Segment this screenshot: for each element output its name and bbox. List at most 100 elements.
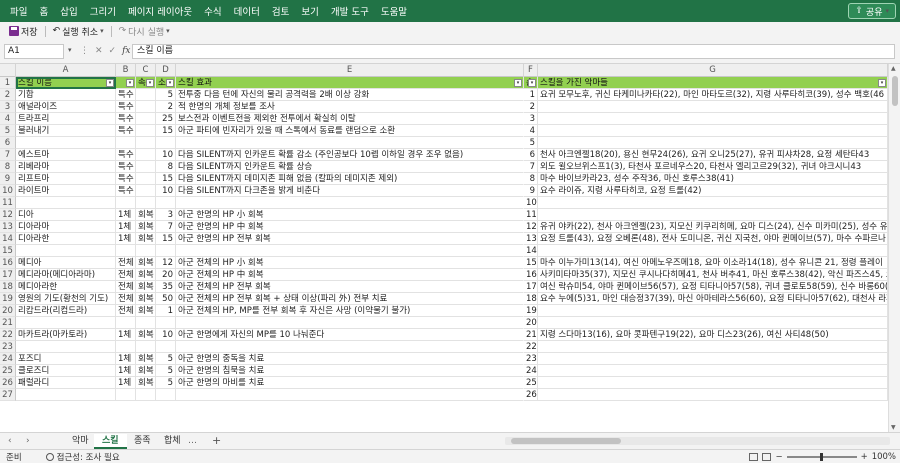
table-cell[interactable]: 전체 bbox=[116, 281, 136, 293]
table-cell[interactable] bbox=[156, 389, 176, 401]
filter-dropdown-icon[interactable]: ▾ bbox=[146, 79, 154, 87]
table-cell[interactable]: 17 bbox=[524, 281, 538, 293]
table-cell[interactable] bbox=[136, 341, 156, 353]
table-cell[interactable] bbox=[136, 389, 156, 401]
table-cell[interactable]: 회복 bbox=[136, 329, 156, 341]
column-header[interactable]: C bbox=[136, 64, 156, 77]
filter-dropdown-icon[interactable]: ▾ bbox=[166, 79, 174, 87]
table-cell[interactable]: 13 bbox=[524, 233, 538, 245]
add-sheet-icon[interactable]: + bbox=[212, 434, 221, 447]
table-cell[interactable]: 디아라마 bbox=[16, 221, 116, 233]
table-cell[interactable]: 특수 bbox=[116, 161, 136, 173]
table-cell[interactable]: 15 bbox=[156, 233, 176, 245]
table-cell[interactable] bbox=[156, 317, 176, 329]
table-cell[interactable]: 라이트마 bbox=[16, 185, 116, 197]
table-cell[interactable]: 2 bbox=[524, 101, 538, 113]
table-cell[interactable]: 8 bbox=[156, 161, 176, 173]
row-header[interactable]: 3 bbox=[0, 101, 16, 113]
table-cell[interactable]: 전체 bbox=[116, 305, 136, 317]
zoom-control[interactable]: − + 100% bbox=[749, 452, 896, 462]
table-cell[interactable]: 특수 bbox=[116, 125, 136, 137]
table-cell[interactable] bbox=[136, 317, 156, 329]
table-cell[interactable]: 회복 bbox=[136, 281, 156, 293]
table-cell[interactable]: 디아 bbox=[16, 209, 116, 221]
table-cell[interactable] bbox=[156, 245, 176, 257]
filter-dropdown-icon[interactable]: ▾ bbox=[528, 79, 536, 87]
row-header[interactable]: 12 bbox=[0, 209, 16, 221]
row-header[interactable]: 15 bbox=[0, 245, 16, 257]
table-cell[interactable]: 2 bbox=[156, 101, 176, 113]
sheet-tab[interactable]: 합체 bbox=[156, 434, 189, 449]
table-cell[interactable] bbox=[538, 125, 888, 137]
row-header[interactable]: 25 bbox=[0, 365, 16, 377]
table-cell[interactable] bbox=[16, 341, 116, 353]
table-cell[interactable] bbox=[136, 89, 156, 101]
menu-item[interactable]: 데이터 bbox=[228, 4, 266, 18]
menu-item[interactable]: 보기 bbox=[295, 4, 324, 18]
table-cell[interactable]: 요귀 모무노후, 귀신 타케미나카타(22), 마인 마타도르(32), 지령 … bbox=[538, 89, 888, 101]
table-cell[interactable]: 11 bbox=[524, 209, 538, 221]
table-cell[interactable] bbox=[136, 161, 156, 173]
table-cell[interactable] bbox=[136, 185, 156, 197]
filter-dropdown-icon[interactable]: ▾ bbox=[878, 79, 886, 87]
table-cell[interactable]: 7 bbox=[156, 221, 176, 233]
menu-item[interactable]: 개발 도구 bbox=[325, 4, 375, 18]
table-cell[interactable]: 아군 전체의 HP 전부 회복 bbox=[176, 281, 524, 293]
table-cell[interactable]: 1체 bbox=[116, 233, 136, 245]
table-cell[interactable]: 10 bbox=[156, 149, 176, 161]
scrollbar-thumb[interactable] bbox=[511, 438, 621, 444]
page-layout-view-icon[interactable] bbox=[762, 453, 772, 461]
table-cell[interactable]: 1 bbox=[156, 305, 176, 317]
table-cell[interactable]: 7 bbox=[524, 161, 538, 173]
table-cell[interactable]: 회복 bbox=[136, 221, 156, 233]
table-cell[interactable] bbox=[136, 101, 156, 113]
table-cell[interactable] bbox=[538, 197, 888, 209]
table-cell[interactable]: 회복 bbox=[136, 257, 156, 269]
table-cell[interactable]: 에스트마 bbox=[16, 149, 116, 161]
table-cell[interactable]: 5 bbox=[156, 377, 176, 389]
row-header[interactable]: 26 bbox=[0, 377, 16, 389]
table-cell[interactable]: 15 bbox=[156, 125, 176, 137]
table-cell[interactable] bbox=[136, 173, 156, 185]
table-cell[interactable]: 14 bbox=[524, 245, 538, 257]
table-cell[interactable]: 5 bbox=[156, 353, 176, 365]
scroll-up-icon[interactable]: ▲ bbox=[891, 65, 896, 72]
table-cell[interactable]: 아군 전체의 HP 小 회복 bbox=[176, 257, 524, 269]
table-cell[interactable]: 1체 bbox=[116, 365, 136, 377]
table-cell[interactable]: 리베라마 bbox=[16, 161, 116, 173]
table-cell[interactable]: 전투중 다음 턴에 자신의 물리 공격력을 2배 이상 강화 bbox=[176, 89, 524, 101]
table-cell[interactable]: 트라프리 bbox=[16, 113, 116, 125]
filter-dropdown-icon[interactable]: ▾ bbox=[106, 79, 114, 87]
table-cell[interactable]: 20 bbox=[156, 269, 176, 281]
header-cell[interactable]: 스킬 이름 ▾ bbox=[16, 77, 116, 89]
table-cell[interactable]: 12 bbox=[156, 257, 176, 269]
table-cell[interactable]: 특수 bbox=[116, 185, 136, 197]
table-cell[interactable] bbox=[156, 341, 176, 353]
table-cell[interactable]: 클로즈디 bbox=[16, 365, 116, 377]
table-cell[interactable]: 아군 한명의 중독을 치료 bbox=[176, 353, 524, 365]
table-cell[interactable]: 마수 바이브카라23, 성수 주작36, 마신 호루스38(41) bbox=[538, 173, 888, 185]
table-cell[interactable]: 메디라마(메디아라마) bbox=[16, 269, 116, 281]
column-header[interactable]: F bbox=[524, 64, 538, 77]
table-cell[interactable] bbox=[116, 137, 136, 149]
accessibility-status[interactable]: 접근성: 조사 필요 bbox=[45, 451, 120, 463]
table-cell[interactable]: 회복 bbox=[136, 365, 156, 377]
menu-item[interactable]: 홈 bbox=[33, 4, 54, 18]
table-cell[interactable]: 리캄드라(리컴드라) bbox=[16, 305, 116, 317]
table-cell[interactable]: 요정 트롤(43), 요정 오베론(48), 전사 도미니온, 귀신 지국천, … bbox=[538, 233, 888, 245]
scrollbar-thumb[interactable] bbox=[892, 76, 898, 106]
column-header[interactable]: G bbox=[538, 64, 888, 77]
table-cell[interactable]: 특수 bbox=[116, 173, 136, 185]
table-cell[interactable]: 아군 한명에게 자신의 MP를 10 나눠준다 bbox=[176, 329, 524, 341]
row-header[interactable]: 17 bbox=[0, 269, 16, 281]
table-cell[interactable] bbox=[116, 389, 136, 401]
row-header[interactable]: 6 bbox=[0, 137, 16, 149]
row-header[interactable]: 21 bbox=[0, 317, 16, 329]
table-cell[interactable] bbox=[16, 197, 116, 209]
table-cell[interactable]: 전체 bbox=[116, 269, 136, 281]
row-header[interactable]: 19 bbox=[0, 293, 16, 305]
row-header[interactable]: 11 bbox=[0, 197, 16, 209]
horizontal-scrollbar[interactable] bbox=[505, 437, 890, 445]
table-cell[interactable]: 다음 SILENT까지 데미지존 피해 없음 (칼파의 데미지존 제외) bbox=[176, 173, 524, 185]
vertical-scrollbar[interactable]: ▲ ▼ bbox=[888, 64, 900, 432]
